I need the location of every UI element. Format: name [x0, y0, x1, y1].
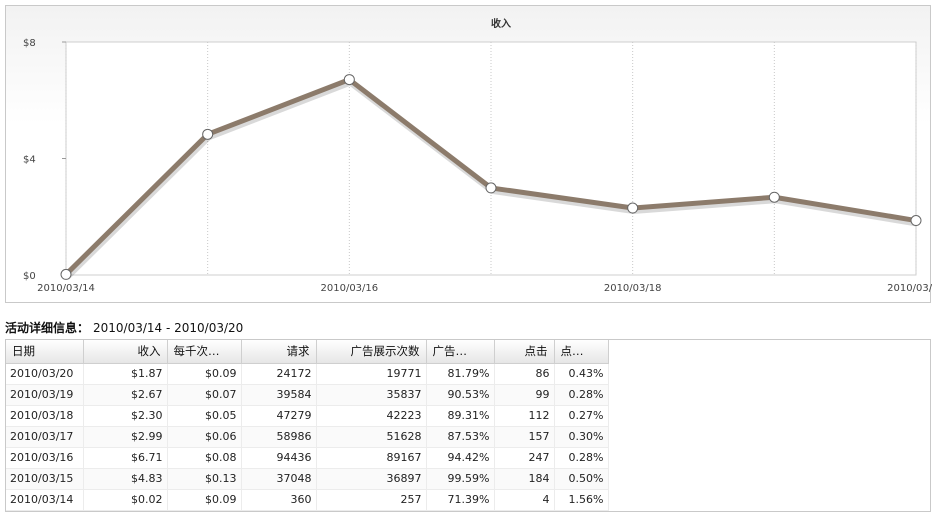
cell-impressions: 42223	[316, 405, 427, 427]
cell-requests: 24172	[241, 363, 317, 385]
cell-ctr: 0.28%	[554, 384, 609, 406]
cell-clicks: 112	[494, 405, 555, 427]
data-point	[768, 191, 780, 203]
y-tick-label: $0	[23, 271, 36, 282]
cell-revenue: $4.83	[83, 468, 168, 490]
cell-ecpm: $0.09	[167, 489, 242, 511]
x-tick-label: 2010/03/20	[887, 283, 932, 294]
column-header-ctr[interactable]: 点…	[554, 340, 609, 364]
cell-fill-rate: 89.31%	[426, 405, 495, 427]
column-header-date[interactable]: 日期	[6, 340, 84, 364]
y-tick-label: $8	[23, 38, 36, 49]
cell-ecpm: $0.06	[167, 426, 242, 448]
cell-date: 2010/03/15	[6, 468, 84, 490]
cell-ctr: 1.56%	[554, 489, 609, 511]
column-header-revenue[interactable]: 收入	[83, 340, 168, 364]
cell-impressions: 89167	[316, 447, 427, 469]
x-tick-label: 2010/03/18	[604, 283, 662, 294]
table-row[interactable]: 2010/03/18 $2.30 $0.05 47279 42223 89.31% 112 0…	[6, 405, 609, 427]
revenue-line-chart: 收入 $0 $4 $8 2010/03/14 2010/03/16 2010/03/18 20…	[23, 17, 932, 294]
cell-ecpm: $0.08	[167, 447, 242, 469]
column-header-ecpm[interactable]: 每千次…	[167, 340, 242, 364]
cell-fill-rate: 90.53%	[426, 384, 495, 406]
cell-revenue: $6.71	[83, 447, 168, 469]
column-header-requests[interactable]: 请求	[241, 340, 317, 364]
table-row[interactable]: 2010/03/15 $4.83 $0.13 37048 36897 99.59% 184 0…	[6, 468, 609, 490]
cell-fill-rate: 99.59%	[426, 468, 495, 490]
details-title: 活动详细信息： 2010/03/14 - 2010/03/20	[5, 319, 243, 336]
column-header-impressions[interactable]: 广告展示次数	[316, 340, 427, 364]
cell-impressions: 257	[316, 489, 427, 511]
x-tick-label: 2010/03/16	[321, 283, 379, 294]
cell-clicks: 86	[494, 363, 555, 385]
table-row[interactable]: 2010/03/20 $1.87 $0.09 24172 19771 81.79% 86 0.…	[6, 363, 609, 385]
cell-revenue: $2.67	[83, 384, 168, 406]
data-point	[60, 268, 72, 280]
cell-ecpm: $0.13	[167, 468, 242, 490]
x-tick-label: 2010/03/14	[37, 283, 95, 294]
cell-requests: 58986	[241, 426, 317, 448]
details-table: 日期 收入 每千次… 请求 广告展示次数 广告… 点击 点… 2010/03/2…	[6, 340, 609, 511]
table-header-row: 日期 收入 每千次… 请求 广告展示次数 广告… 点击 点…	[6, 340, 609, 364]
cell-revenue: $2.30	[83, 405, 168, 427]
table-row[interactable]: 2010/03/19 $2.67 $0.07 39584 35837 90.53% 99 0.…	[6, 384, 609, 406]
cell-ecpm: $0.09	[167, 363, 242, 385]
details-grid: 日期 收入 每千次… 请求 广告展示次数 广告… 点击 点… 2010/03/2…	[5, 339, 931, 512]
data-point	[627, 202, 639, 214]
cell-requests: 37048	[241, 468, 317, 490]
cell-requests: 47279	[241, 405, 317, 427]
cell-clicks: 157	[494, 426, 555, 448]
cell-fill-rate: 81.79%	[426, 363, 495, 385]
table-row[interactable]: 2010/03/17 $2.99 $0.06 58986 51628 87.53% 157 0…	[6, 426, 609, 448]
data-point	[485, 182, 497, 194]
cell-fill-rate: 71.39%	[426, 489, 495, 511]
cell-requests: 94436	[241, 447, 317, 469]
column-header-fill-rate[interactable]: 广告…	[426, 340, 495, 364]
cell-date: 2010/03/16	[6, 447, 84, 469]
cell-date: 2010/03/14	[6, 489, 84, 511]
cell-revenue: $2.99	[83, 426, 168, 448]
cell-ecpm: $0.07	[167, 384, 242, 406]
cell-requests: 360	[241, 489, 317, 511]
cell-date: 2010/03/20	[6, 363, 84, 385]
cell-fill-rate: 87.53%	[426, 426, 495, 448]
details-date-range: 2010/03/14 - 2010/03/20	[93, 321, 244, 335]
data-point	[910, 215, 922, 227]
table-row[interactable]: 2010/03/14 $0.02 $0.09 360 257 71.39% 4 1.56%	[6, 489, 609, 511]
cell-ctr: 0.27%	[554, 405, 609, 427]
cell-revenue: $0.02	[83, 489, 168, 511]
cell-clicks: 4	[494, 489, 555, 511]
cell-impressions: 36897	[316, 468, 427, 490]
data-point	[202, 128, 214, 140]
cell-clicks: 184	[494, 468, 555, 490]
cell-impressions: 19771	[316, 363, 427, 385]
cell-date: 2010/03/19	[6, 384, 84, 406]
cell-ecpm: $0.05	[167, 405, 242, 427]
cell-ctr: 0.50%	[554, 468, 609, 490]
cell-ctr: 0.30%	[554, 426, 609, 448]
cell-date: 2010/03/18	[6, 405, 84, 427]
column-header-clicks[interactable]: 点击	[494, 340, 555, 364]
cell-impressions: 35837	[316, 384, 427, 406]
table-row[interactable]: 2010/03/16 $6.71 $0.08 94436 89167 94.42% 247 0…	[6, 447, 609, 469]
cell-ctr: 0.43%	[554, 363, 609, 385]
y-tick-label: $4	[23, 155, 36, 166]
cell-revenue: $1.87	[83, 363, 168, 385]
cell-date: 2010/03/17	[6, 426, 84, 448]
revenue-chart-panel: 收入 $0 $4 $8 2010/03/14 2010/03/16 2010/03/18 20…	[5, 5, 932, 303]
cell-clicks: 247	[494, 447, 555, 469]
cell-ctr: 0.28%	[554, 447, 609, 469]
chart-title: 收入	[491, 17, 511, 30]
data-point	[343, 74, 355, 86]
cell-clicks: 99	[494, 384, 555, 406]
details-title-label: 活动详细信息：	[5, 321, 90, 335]
cell-requests: 39584	[241, 384, 317, 406]
cell-fill-rate: 94.42%	[426, 447, 495, 469]
cell-impressions: 51628	[316, 426, 427, 448]
